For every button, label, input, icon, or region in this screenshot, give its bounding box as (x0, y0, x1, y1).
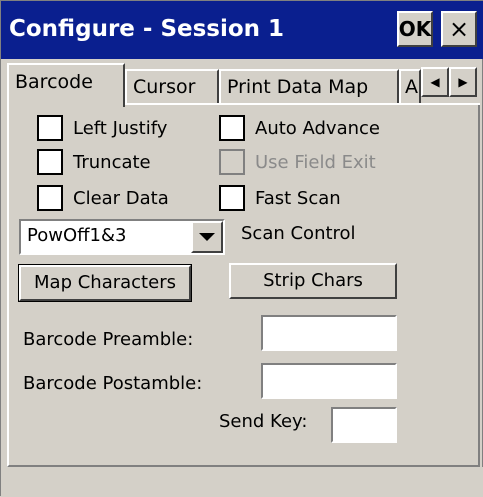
title-bar: Configure - Session 1 OK × (1, 1, 483, 59)
checkbox-box[interactable] (219, 185, 245, 211)
chevron-down-icon (199, 233, 215, 241)
checkbox-label: Left Justify (73, 117, 168, 139)
close-icon: × (448, 15, 470, 43)
dialog-footer (1, 467, 483, 497)
checkbox-box[interactable] (219, 115, 245, 141)
checkbox-label: Fast Scan (255, 187, 341, 209)
tab-scroll-right[interactable]: ▶ (449, 67, 477, 97)
close-button[interactable]: × (441, 11, 477, 47)
ok-button[interactable]: OK (397, 11, 433, 47)
postamble-input[interactable] (261, 363, 397, 399)
postamble-label: Barcode Postamble: (23, 373, 203, 394)
tab-print-data-map[interactable]: Print Data Map (219, 69, 399, 105)
tab-cursor[interactable]: Cursor (125, 69, 219, 105)
arrow-left-icon: ◀ (430, 75, 440, 89)
configure-dialog: Configure - Session 1 OK × Barcode Curso… (0, 0, 483, 497)
checkbox-box[interactable] (37, 149, 63, 175)
tab-scroll-left[interactable]: ◀ (421, 67, 449, 97)
tab-strip: Barcode Cursor Print Data Map A ◀ ▶ (1, 59, 483, 107)
fast-scan-checkbox[interactable]: Fast Scan (219, 185, 341, 211)
send-key-label: Send Key: (219, 411, 308, 432)
left-justify-checkbox[interactable]: Left Justify (37, 115, 167, 141)
dropdown-button[interactable] (191, 221, 223, 253)
checkbox-box[interactable] (37, 115, 63, 141)
preamble-label: Barcode Preamble: (23, 329, 194, 350)
checkbox-label: Auto Advance (255, 117, 380, 139)
preamble-input[interactable] (261, 315, 397, 351)
arrow-right-icon: ▶ (458, 75, 468, 89)
checkbox-label: Clear Data (73, 187, 169, 209)
checkbox-box[interactable] (37, 185, 63, 211)
checkbox-label: Use Field Exit (255, 151, 376, 173)
truncate-checkbox[interactable]: Truncate (37, 149, 151, 175)
tab-overflow[interactable]: A (399, 69, 421, 105)
scan-control-value: PowOff1&3 (27, 225, 127, 246)
checkbox-label: Truncate (73, 151, 151, 173)
scan-control-select[interactable]: PowOff1&3 (19, 219, 225, 255)
strip-chars-button[interactable]: Strip Chars (229, 263, 397, 299)
window-title: Configure - Session 1 (9, 16, 285, 42)
send-key-input[interactable] (331, 407, 397, 443)
tab-barcode[interactable]: Barcode (7, 63, 125, 107)
scan-control-label: Scan Control (241, 223, 356, 244)
map-characters-button[interactable]: Map Characters (18, 264, 192, 302)
use-field-exit-checkbox: Use Field Exit (219, 149, 376, 175)
checkbox-box (219, 149, 245, 175)
clear-data-checkbox[interactable]: Clear Data (37, 185, 169, 211)
auto-advance-checkbox[interactable]: Auto Advance (219, 115, 380, 141)
